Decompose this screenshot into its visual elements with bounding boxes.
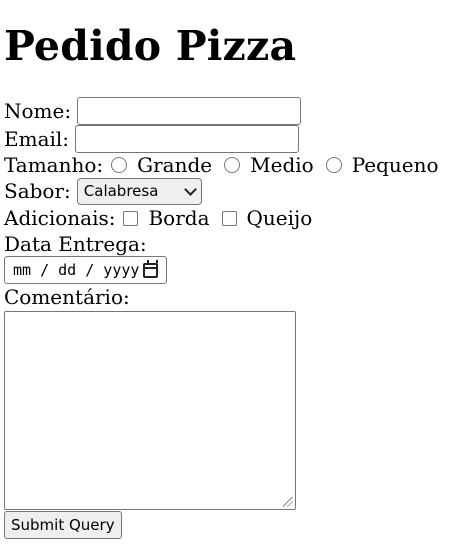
size-radio-pequeno[interactable] bbox=[325, 157, 342, 173]
delivery-label: Data Entrega: bbox=[4, 232, 147, 256]
extra-option-borda: Borda bbox=[148, 206, 210, 230]
extras-label: Adicionais: bbox=[4, 206, 116, 230]
calendar-icon[interactable] bbox=[143, 259, 158, 278]
name-row: Nome: bbox=[4, 97, 302, 125]
size-option-medio: Medio bbox=[250, 153, 314, 177]
chevron-down-icon bbox=[183, 182, 197, 196]
size-option-grande: Grande bbox=[137, 153, 213, 177]
flavor-select[interactable]: Calabresa bbox=[76, 177, 202, 205]
extras-row: Adicionais: Borda Queijo bbox=[4, 205, 316, 231]
extra-checkbox-borda[interactable] bbox=[123, 210, 139, 226]
comment-row: Comentário: bbox=[4, 284, 130, 310]
comment-textarea[interactable] bbox=[4, 311, 296, 510]
resize-handle-icon[interactable] bbox=[283, 497, 293, 507]
delivery-row: Data Entrega: bbox=[4, 231, 147, 257]
extra-option-queijo: Queijo bbox=[246, 206, 313, 230]
flavor-label: Sabor: bbox=[4, 179, 71, 203]
email-input[interactable] bbox=[75, 125, 300, 153]
flavor-selected-value: Calabresa bbox=[83, 182, 159, 200]
name-label: Nome: bbox=[4, 99, 72, 123]
size-label: Tamanho: bbox=[4, 153, 104, 177]
delivery-date-input[interactable]: mm / dd / yyyy bbox=[4, 256, 167, 284]
page-title: Pedido Pizza bbox=[4, 22, 297, 70]
size-option-pequeno: Pequeno bbox=[351, 153, 439, 177]
email-row: Email: bbox=[4, 125, 300, 153]
extra-checkbox-queijo[interactable] bbox=[221, 210, 237, 226]
comment-label: Comentário: bbox=[4, 285, 130, 309]
flavor-row: Sabor: Calabresa bbox=[4, 177, 202, 205]
size-row: Tamanho: Grande Medio Pequeno bbox=[4, 152, 443, 178]
email-label: Email: bbox=[4, 127, 70, 151]
name-input[interactable] bbox=[77, 97, 302, 125]
submit-button[interactable]: Submit Query bbox=[4, 511, 122, 539]
delivery-date-placeholder: mm / dd / yyyy bbox=[13, 261, 140, 279]
size-radio-medio[interactable] bbox=[224, 157, 241, 173]
size-radio-grande[interactable] bbox=[111, 157, 128, 173]
